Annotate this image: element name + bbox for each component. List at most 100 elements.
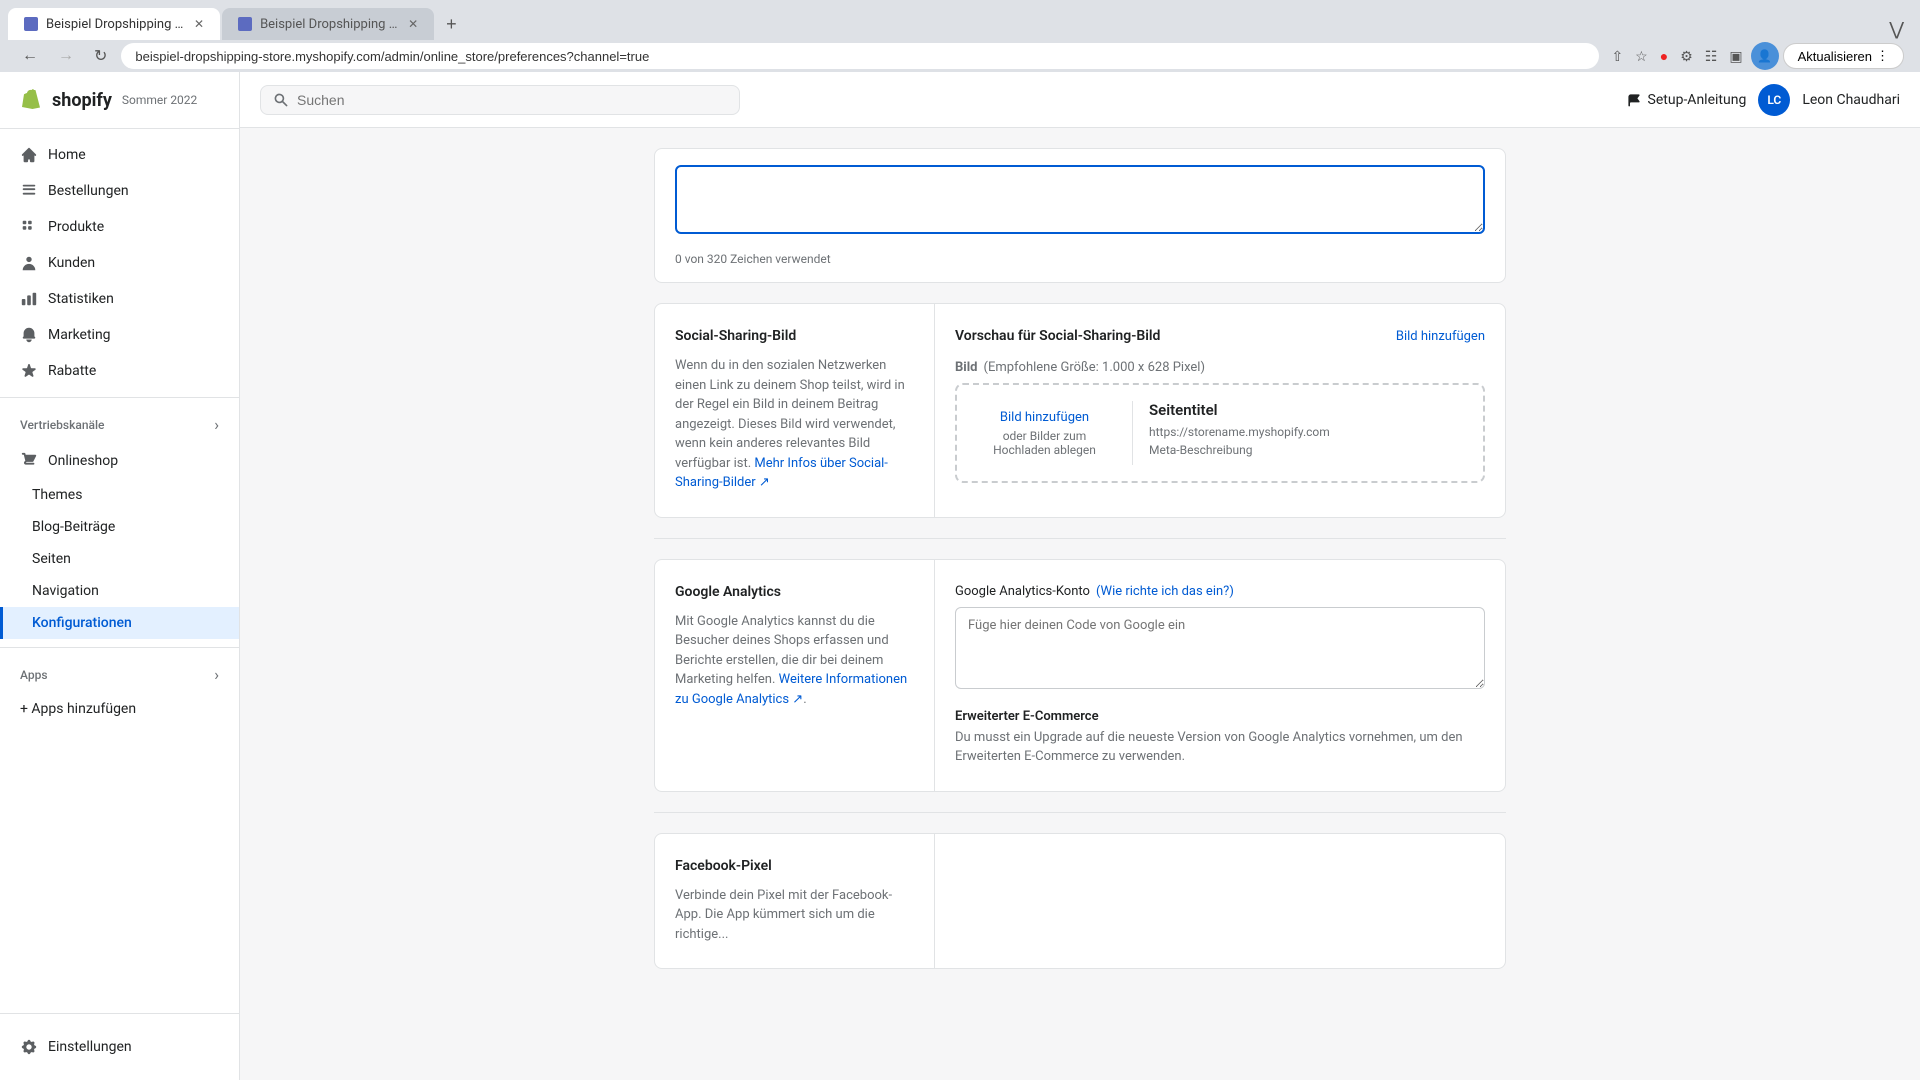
user-name: Leon Chaudhari [1802,92,1900,108]
sidebar-item-products[interactable]: Produkte [0,209,239,245]
user-avatar[interactable]: LC [1758,84,1790,116]
app-layout: shopify Sommer 2022 Home Bestellungen Pr… [0,72,1920,1080]
google-analytics-desc: Mit Google Analytics kannst du die Besuc… [675,612,914,710]
ecommerce-title: Erweiterter E-Commerce [955,709,1485,724]
new-tab-button[interactable]: + [436,8,467,41]
orders-icon [20,182,38,200]
sales-channels-header[interactable]: Vertriebskanäle › [0,406,239,443]
browser-tab-inactive[interactable]: Beispiel Dropshipping Store ✕ [222,8,434,40]
apps-add-button[interactable]: + Apps hinzufügen [0,693,239,725]
preview-header: Vorschau für Social-Sharing-Bild Bild hi… [955,328,1485,344]
sidebar-sub-konfigurationen-label: Konfigurationen [32,615,132,631]
setup-anleitung-link[interactable]: Setup-Anleitung [1626,92,1747,108]
main-area: Setup-Anleitung LC Leon Chaudhari 0 von … [240,72,1920,1080]
tab-close-2[interactable]: ✕ [408,17,418,31]
tab-title-1: Beispiel Dropshipping Store [46,17,186,32]
google-analytics-right: Google Analytics-Konto (Wie richte ich d… [935,560,1505,791]
browser-tabs: Beispiel Dropshipping Store ✕ Beispiel D… [0,0,1920,40]
sidebar-item-orders-label: Bestellungen [48,183,129,199]
onlineshop-icon [20,452,38,470]
sidebar: shopify Sommer 2022 Home Bestellungen Pr… [0,72,240,1080]
sidebar-item-discounts[interactable]: Rabatte [0,353,239,389]
sidebar-sub-blog[interactable]: Blog-Beiträge [0,511,239,543]
preview-title: Vorschau für Social-Sharing-Bild [955,328,1160,344]
shopify-icon [20,88,44,112]
extension-btn-2[interactable]: ☷ [1701,46,1722,67]
sidebar-sub-themes[interactable]: Themes [0,479,239,511]
products-icon [20,218,38,236]
update-button[interactable]: Aktualisieren ⋮ [1783,43,1904,69]
sidebar-sub-pages[interactable]: Seiten [0,543,239,575]
reload-button[interactable]: ↻ [88,44,113,68]
address-input[interactable] [121,43,1599,69]
facebook-pixel-layout: Facebook-Pixel Verbinde dein Pixel mit d… [655,834,1505,969]
extension-opera[interactable]: ● [1656,46,1672,66]
sidebar-item-orders[interactable]: Bestellungen [0,173,239,209]
sidebar-sub-navigation-label: Navigation [32,583,99,599]
sidebar-item-customers-label: Kunden [48,255,95,271]
preview-url: https://storename.myshopify.com [1149,425,1467,439]
google-analytics-left: Google Analytics Mit Google Analytics ka… [655,560,935,791]
sidebar-item-home[interactable]: Home [0,137,239,173]
settings-label: Einstellungen [48,1039,132,1055]
sidebar-sub-blog-label: Blog-Beiträge [32,519,115,535]
sidebar-nav: Home Bestellungen Produkte Kunden Statis… [0,129,239,1013]
sidebar-footer: Einstellungen [0,1013,239,1080]
shopify-logo[interactable]: shopify [20,88,112,112]
tab-favicon-1 [24,17,38,31]
upload-button[interactable]: Bild hinzufügen [1000,410,1089,425]
sidebar-sub-navigation[interactable]: Navigation [0,575,239,607]
apps-label: Apps [20,668,48,682]
analytics-label-text: Google Analytics-Konto [955,584,1090,599]
browser-tab-active[interactable]: Beispiel Dropshipping Store ✕ [8,8,220,40]
sales-channels-chevron: › [214,415,219,434]
nav-divider-1 [0,397,239,398]
sidebar-item-onlineshop-label: Onlineshop [48,453,118,469]
ecommerce-desc: Du musst ein Upgrade auf die neueste Ver… [955,728,1485,767]
top-bar-actions: Setup-Anleitung LC Leon Chaudhari [1626,84,1900,116]
analytics-textarea[interactable] [955,607,1485,689]
browser-address-bar: ← → ↻ ⇧ ☆ ● ⚙ ☷ ▣ 👤 Aktualisieren ⋮ [0,40,1920,72]
google-analytics-link[interactable]: Weitere Informationen zu Google Analytic… [675,672,907,707]
apps-chevron: › [214,665,219,684]
apps-header[interactable]: Apps › [0,656,239,693]
sidebar-item-marketing[interactable]: Marketing [0,317,239,353]
image-hint: (Empfohlene Größe: 1.000 x 628 Pixel) [984,360,1206,375]
extension-btn[interactable]: ⚙ [1676,46,1697,67]
sidebar-item-customers[interactable]: Kunden [0,245,239,281]
add-image-link[interactable]: Bild hinzufügen [1396,329,1485,344]
search-input[interactable] [297,92,727,108]
social-sharing-link[interactable]: Mehr Infos über Social-Sharing-Bilder ↗ [675,456,888,491]
marketing-icon [20,326,38,344]
sidebar-item-home-label: Home [48,147,86,163]
image-upload-area: Bild hinzufügen oder Bilder zum Hochlade… [955,383,1485,483]
analytics-setup-link[interactable]: (Wie richte ich das ein?) [1096,584,1234,599]
analytics-account-label: Google Analytics-Konto (Wie richte ich d… [955,584,1485,599]
facebook-pixel-desc: Verbinde dein Pixel mit der Facebook-App… [675,886,914,945]
flag-icon [1626,92,1642,108]
settings-item[interactable]: Einstellungen [20,1030,219,1064]
screenshot-btn[interactable]: ▣ [1725,46,1746,67]
bookmark-button[interactable]: ☆ [1631,46,1652,67]
share-button[interactable]: ⇧ [1607,46,1627,67]
upload-dropzone[interactable]: Bild hinzufügen oder Bilder zum Hochlade… [973,401,1133,465]
search-bar[interactable] [260,85,740,115]
tab-favicon-2 [238,17,252,31]
tab-close-1[interactable]: ✕ [194,17,204,31]
sidebar-item-analytics[interactable]: Statistiken [0,281,239,317]
sidebar-sub-konfigurationen[interactable]: Konfigurationen [0,607,239,639]
profile-avatar[interactable]: 👤 [1751,42,1779,70]
image-field-label: Bild (Empfohlene Größe: 1.000 x 628 Pixe… [955,360,1485,375]
back-button[interactable]: ← [16,45,44,67]
meta-description-textarea[interactable] [675,165,1485,234]
setup-anleitung-label: Setup-Anleitung [1648,92,1747,108]
google-analytics-title: Google Analytics [675,584,914,600]
char-count: 0 von 320 Zeichen verwendet [675,252,1485,266]
sidebar-sub-themes-label: Themes [32,487,82,503]
update-menu-icon: ⋮ [1876,48,1889,64]
sidebar-item-onlineshop[interactable]: Onlineshop [0,443,239,479]
forward-button[interactable]: → [52,45,80,67]
social-sharing-left: Social-Sharing-Bild Wenn du in den sozia… [655,304,935,517]
sidebar-item-analytics-label: Statistiken [48,291,114,307]
tab-title-2: Beispiel Dropshipping Store [260,17,400,32]
